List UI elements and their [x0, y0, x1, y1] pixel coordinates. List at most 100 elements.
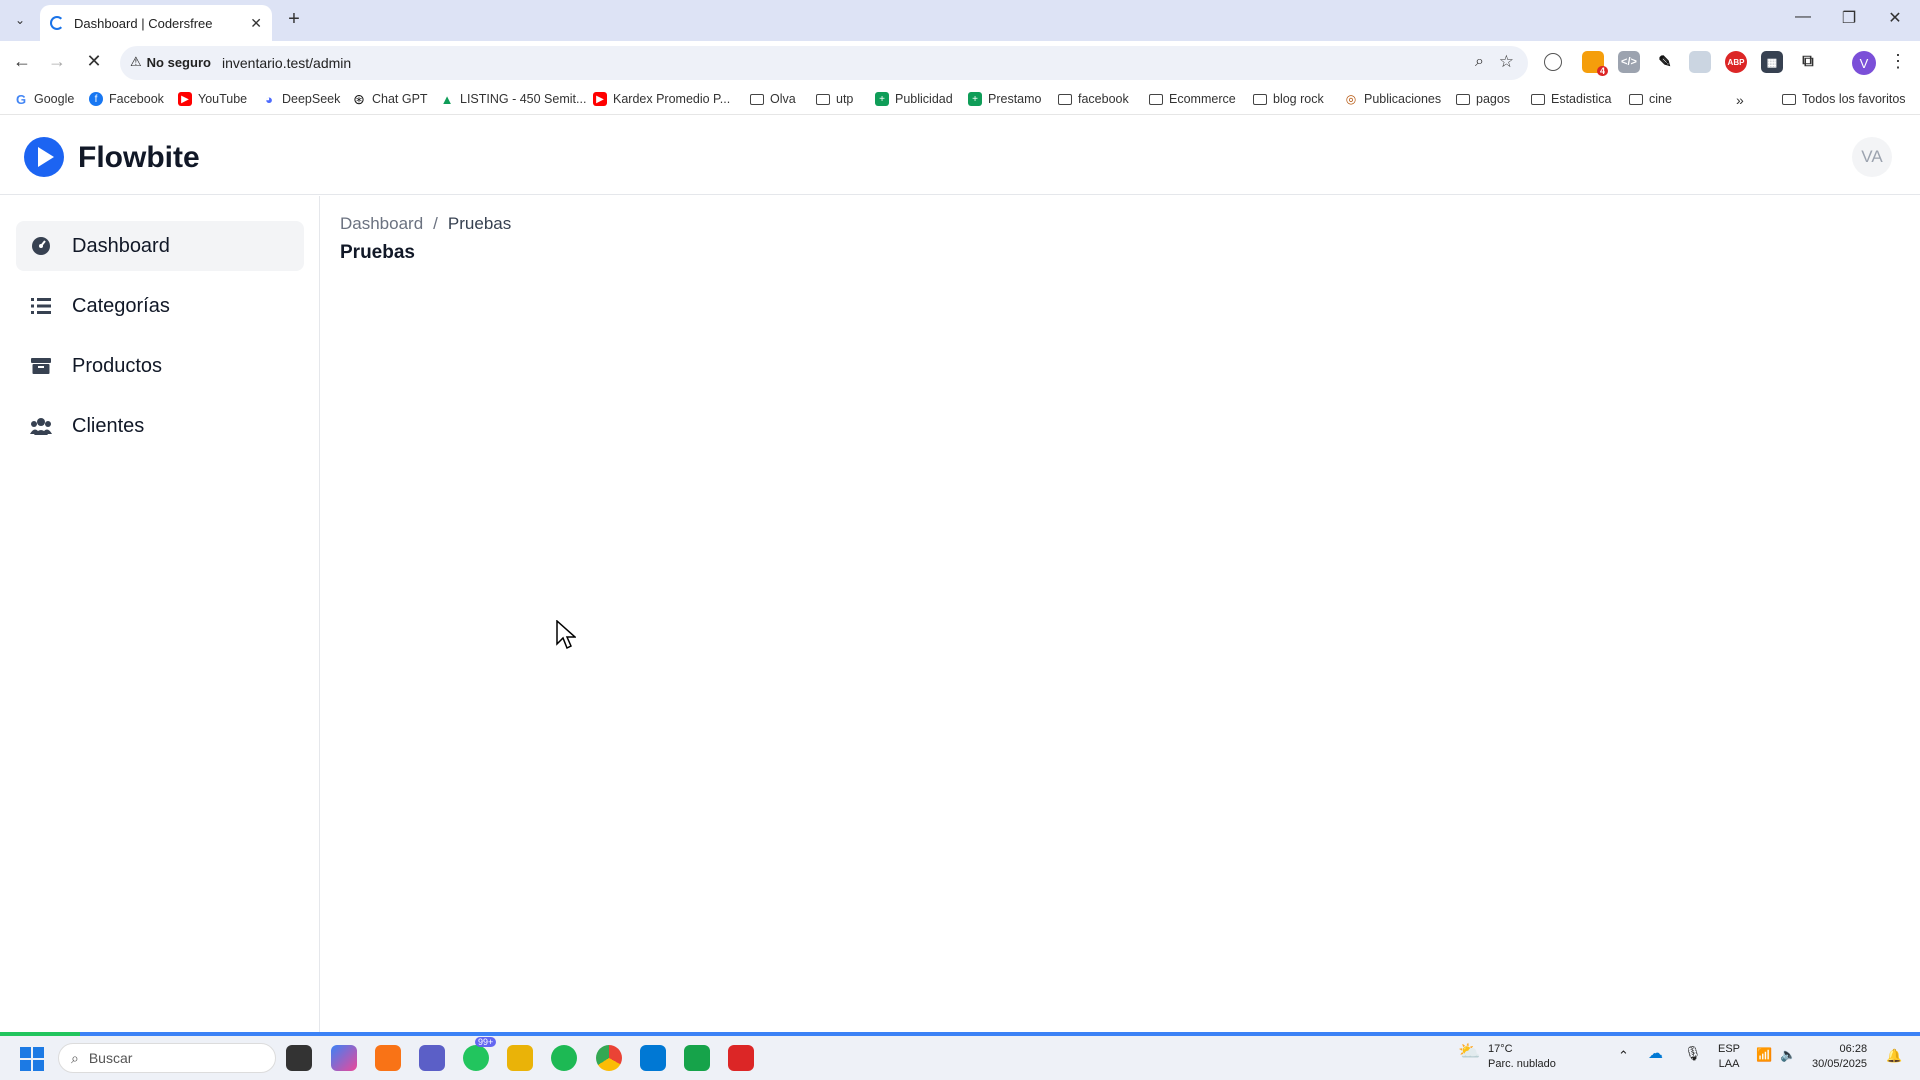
app-icon[interactable] — [684, 1045, 710, 1071]
weather-icon[interactable]: ⛅ — [1458, 1042, 1480, 1060]
minimize-button[interactable]: — — [1788, 8, 1818, 26]
bookmark-label: utp — [836, 92, 854, 106]
tab-search-icon[interactable]: ⌄ — [10, 10, 30, 30]
adblock-icon[interactable]: ABP — [1725, 51, 1747, 73]
extension-icon[interactable]: 4 — [1582, 51, 1608, 76]
extension-badge: 4 — [1596, 66, 1608, 76]
bookmarks-overflow-icon[interactable]: » — [1736, 92, 1744, 108]
zoom-icon[interactable]: ⌕ — [1475, 53, 1484, 71]
bookmark-label: cine — [1649, 92, 1672, 106]
teams-icon[interactable] — [419, 1045, 445, 1071]
url-text[interactable]: inventario.test/admin — [222, 55, 351, 71]
weather-widget[interactable]: 17°C Parc. nublado — [1488, 1042, 1556, 1072]
facebook-icon: f — [89, 92, 103, 106]
flowbite-logo-icon[interactable] — [24, 137, 64, 177]
list-icon — [30, 295, 52, 317]
browser-tab-strip: ⌄ Dashboard | Codersfree ✕ + — ❐ ✕ — [0, 0, 1920, 41]
bookmark-item[interactable]: G Google — [14, 91, 75, 107]
sheets-icon: + — [968, 92, 982, 106]
sidebar-item-categorias[interactable]: Categorías — [16, 281, 304, 331]
onedrive-icon[interactable]: ☁ — [1648, 1046, 1663, 1061]
menu-kebab-icon[interactable]: ⋮ — [1886, 51, 1910, 72]
bookmark-item[interactable]: f Facebook — [89, 92, 164, 106]
browser-tab[interactable]: Dashboard | Codersfree ✕ — [40, 5, 272, 41]
notifications-icon[interactable]: 🔔 — [1886, 1048, 1902, 1063]
bookmark-item[interactable]: ▶ YouTube — [178, 92, 247, 106]
bookmark-item[interactable]: ▲ LISTING - 450 Semit... — [440, 92, 587, 107]
extension-icon[interactable] — [1689, 51, 1711, 73]
bookmark-item[interactable]: + Prestamo — [968, 92, 1042, 106]
back-button[interactable]: ← — [10, 51, 34, 72]
xampp-icon[interactable] — [375, 1045, 401, 1071]
weather-desc: Parc. nublado — [1488, 1058, 1556, 1070]
bookmark-item[interactable]: pagos — [1456, 92, 1510, 106]
bookmark-item[interactable]: Estadistica — [1531, 92, 1611, 106]
sidebar-item-label: Categorías — [72, 294, 170, 317]
breadcrumb-dashboard-link[interactable]: Dashboard — [340, 214, 423, 234]
windows-start-icon[interactable] — [20, 1047, 44, 1071]
youtube-icon: ▶ — [593, 92, 607, 106]
spotify-icon[interactable] — [551, 1045, 577, 1071]
bookmark-label: Chat GPT — [372, 92, 428, 106]
profile-avatar[interactable]: V — [1852, 51, 1876, 75]
volume-icon[interactable]: 🔈 — [1780, 1047, 1796, 1062]
bookmark-item[interactable]: ⊛ Chat GPT — [352, 91, 428, 107]
microphone-icon[interactable]: 🎙 — [1684, 1046, 1702, 1061]
restore-button[interactable]: ❐ — [1834, 8, 1864, 28]
bookmark-label: blog rock — [1273, 92, 1324, 106]
copilot-icon[interactable] — [331, 1045, 357, 1071]
new-tab-button[interactable]: + — [282, 8, 306, 31]
sidebar-item-clientes[interactable]: Clientes — [16, 401, 304, 451]
bookmarks-bar: G Google f Facebook ▶ YouTube ◕ DeepSeek ⊛ Ch… — [0, 85, 1920, 115]
gauge-icon — [30, 235, 52, 257]
devtools-extension-icon[interactable]: </> — [1618, 51, 1640, 73]
bookmark-item[interactable]: ▶ Kardex Promedio P... — [593, 92, 730, 106]
clock[interactable]: 06:28 30/05/2025 — [1812, 1042, 1867, 1072]
language-indicator[interactable]: ESP LAA — [1718, 1042, 1740, 1072]
bookmark-item[interactable]: + Publicidad — [875, 92, 953, 106]
chrome-icon[interactable] — [596, 1045, 622, 1071]
sidebar-item-label: Clientes — [72, 414, 145, 437]
sidebar-item-dashboard[interactable]: Dashboard — [16, 221, 304, 271]
sidebar-item-label: Dashboard — [72, 234, 170, 257]
address-bar[interactable]: ⚠ No seguro inventario.test/admin ⌕ ☆ — [120, 46, 1528, 80]
forward-button[interactable]: → — [45, 51, 69, 72]
whatsapp-icon[interactable]: 99+ — [463, 1037, 497, 1071]
taskbar-search[interactable]: ⌕ Buscar — [58, 1043, 276, 1073]
task-view-icon[interactable] — [286, 1045, 312, 1071]
tray-chevron-icon[interactable]: ⌃ — [1618, 1048, 1629, 1063]
bookmark-item[interactable]: Ecommerce — [1149, 92, 1236, 106]
browser-toolbar: ← → ✕ ⚠ No seguro inventario.test/admin … — [0, 41, 1920, 85]
deepseek-icon: ◕ — [265, 91, 273, 107]
main-content: Dashboard / Pruebas Pruebas — [321, 196, 1920, 1032]
security-indicator[interactable]: ⚠ No seguro — [130, 54, 211, 70]
extensions-puzzle-icon[interactable]: ⧉ — [1797, 51, 1819, 73]
app-icon[interactable] — [728, 1045, 754, 1071]
file-explorer-icon[interactable] — [507, 1045, 533, 1071]
bookmark-star-icon[interactable]: ☆ — [1499, 52, 1514, 72]
box-icon — [30, 355, 52, 377]
breadcrumb-current: Pruebas — [447, 214, 512, 233]
all-bookmarks-button[interactable]: Todos los favoritos — [1782, 92, 1906, 106]
google-icon: G — [15, 91, 27, 107]
bookmark-item[interactable]: cine — [1629, 92, 1672, 106]
bookmark-item[interactable]: utp — [816, 92, 853, 106]
bookmark-item[interactable]: facebook — [1058, 92, 1129, 106]
sidebar-item-productos[interactable]: Productos — [16, 341, 304, 391]
extension-icon[interactable] — [1544, 53, 1562, 71]
bookmark-label: Google — [34, 92, 75, 106]
bookmark-item[interactable]: blog rock — [1253, 92, 1324, 106]
bookmark-item[interactable]: Olva — [750, 92, 796, 106]
close-window-button[interactable]: ✕ — [1880, 8, 1910, 28]
vscode-icon[interactable] — [640, 1045, 666, 1071]
brand-name[interactable]: Flowbite — [78, 141, 200, 175]
bookmark-item[interactable]: ◎ Publicaciones — [1344, 92, 1441, 106]
wifi-icon[interactable]: 📶 — [1756, 1047, 1772, 1062]
bookmark-item[interactable]: ◕ DeepSeek — [262, 91, 340, 107]
qr-code-icon[interactable]: ▦ — [1761, 51, 1783, 73]
close-tab-icon[interactable]: ✕ — [250, 15, 262, 32]
folder-icon — [1531, 93, 1545, 105]
eyedropper-extension-icon[interactable]: ✎ — [1654, 51, 1676, 73]
user-avatar[interactable]: VA — [1852, 137, 1892, 177]
stop-loading-button[interactable]: ✕ — [82, 51, 106, 72]
